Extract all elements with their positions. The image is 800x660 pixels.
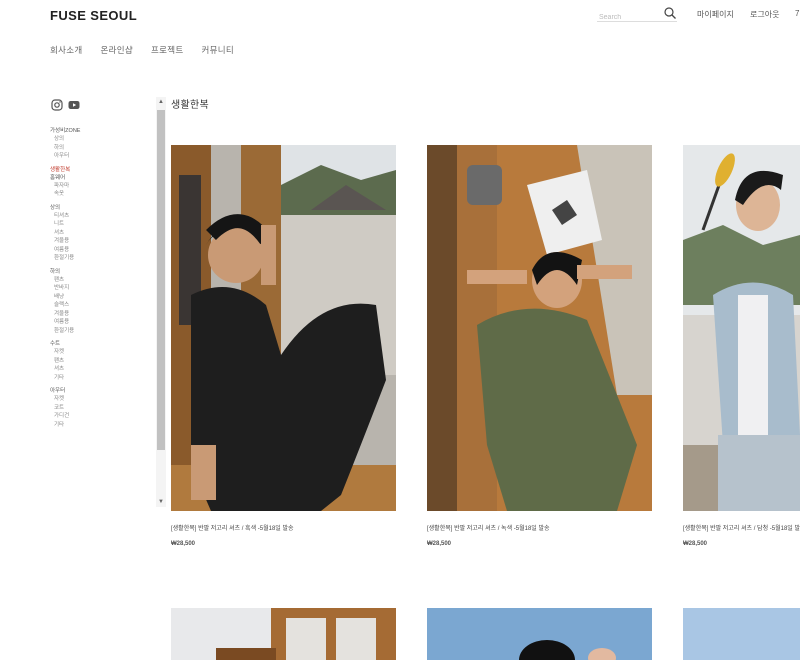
mypage-link[interactable]: 마이페이지 bbox=[697, 9, 734, 20]
category-item[interactable]: 아우터 bbox=[50, 152, 145, 161]
search-input[interactable] bbox=[597, 10, 657, 25]
category-title[interactable]: 아우터 bbox=[50, 387, 145, 395]
category-title[interactable]: 홈웨어 bbox=[50, 174, 145, 182]
category-item[interactable]: 니트 bbox=[50, 220, 145, 229]
youtube-icon[interactable] bbox=[68, 98, 80, 110]
nav-community[interactable]: 커뮤니티 bbox=[201, 44, 233, 56]
product-image[interactable] bbox=[171, 608, 396, 660]
scroll-down-icon[interactable]: ▼ bbox=[156, 497, 166, 507]
category-item[interactable]: 가디건 bbox=[50, 412, 145, 421]
category-item[interactable]: 여름용 bbox=[50, 318, 145, 327]
nav-project[interactable]: 프로젝트 bbox=[151, 44, 183, 56]
product-card[interactable] bbox=[683, 608, 800, 660]
product-name[interactable]: [생활한복] 반팔 저고리 셔츠 / 담청 -5월18일 발송 bbox=[683, 523, 800, 532]
category-item[interactable]: 겨울용 bbox=[50, 237, 145, 246]
sidebar-scrollbar[interactable]: ▲ ▼ bbox=[156, 97, 166, 507]
page-title: 생활한복 bbox=[171, 100, 209, 111]
product-image[interactable] bbox=[683, 145, 800, 511]
product-price: ₩28,500 bbox=[427, 541, 452, 547]
logout-link[interactable]: 로그아웃 bbox=[750, 9, 779, 20]
category-item[interactable]: 자켓 bbox=[50, 395, 145, 404]
category-title-active[interactable]: 생활한복 bbox=[50, 166, 145, 174]
category-item[interactable]: 셔츠 bbox=[50, 229, 145, 238]
category-group: 수트 자켓 팬츠 셔츠 기타 bbox=[50, 340, 145, 382]
category-title[interactable]: 상의 bbox=[50, 204, 145, 212]
util-link-more[interactable]: 7 bbox=[795, 9, 799, 18]
product-image[interactable] bbox=[683, 608, 800, 660]
scroll-up-icon[interactable]: ▲ bbox=[156, 97, 166, 107]
category-title[interactable]: 수트 bbox=[50, 340, 145, 348]
category-group: 생활한복 bbox=[50, 166, 145, 174]
category-title[interactable]: 가성비ZONE bbox=[50, 127, 145, 135]
category-item[interactable]: 겨울용 bbox=[50, 310, 145, 319]
product-price: ₩28,500 bbox=[171, 541, 196, 547]
category-item[interactable]: 반바지 bbox=[50, 284, 145, 293]
category-item[interactable]: 팬츠 bbox=[50, 276, 145, 285]
instagram-icon[interactable] bbox=[51, 98, 63, 111]
category-item[interactable]: 배냥 bbox=[50, 293, 145, 302]
category-item[interactable]: 자켓 bbox=[50, 348, 145, 357]
product-image[interactable] bbox=[171, 145, 396, 511]
product-price: ₩28,500 bbox=[683, 541, 708, 547]
nav-company[interactable]: 회사소개 bbox=[50, 44, 82, 56]
product-image[interactable] bbox=[427, 608, 652, 660]
logo[interactable]: FUSE SEOUL bbox=[50, 8, 137, 23]
category-item[interactable]: 슬랙스 bbox=[50, 301, 145, 310]
main-nav: 회사소개 온라인샵 프로젝트 커뮤니티 bbox=[50, 44, 234, 56]
product-name[interactable]: [생활한복] 반팔 저고리 셔츠 / 흑색 -5월18일 발송 bbox=[171, 523, 411, 532]
category-group: 아우터 자켓 코트 가디건 기타 bbox=[50, 387, 145, 429]
category-item[interactable]: 상의 bbox=[50, 135, 145, 144]
nav-shop[interactable]: 온라인샵 bbox=[100, 44, 132, 56]
category-group: 가성비ZONE 상의 하의 아우터 bbox=[50, 127, 145, 161]
scroll-thumb[interactable] bbox=[157, 110, 165, 450]
search-icon[interactable] bbox=[663, 6, 677, 20]
category-item[interactable]: 코트 bbox=[50, 404, 145, 413]
category-item[interactable]: 환절기용 bbox=[50, 327, 145, 336]
category-group: 홈웨어 파자마 속옷 bbox=[50, 174, 145, 199]
category-sidebar: 가성비ZONE 상의 하의 아우터 생활한복 홈웨어 파자마 속옷 상의 티셔츠… bbox=[50, 127, 145, 510]
product-card[interactable]: [생활한복] 반팔 저고리 셔츠 / 흑색 -5월18일 발송 ₩28,500 bbox=[171, 145, 396, 547]
product-card[interactable] bbox=[427, 608, 652, 660]
social-links bbox=[51, 98, 80, 111]
category-item[interactable]: 셔츠 bbox=[50, 365, 145, 374]
search-box[interactable] bbox=[597, 6, 677, 25]
product-image[interactable] bbox=[427, 145, 652, 511]
category-item[interactable]: 환절기용 bbox=[50, 254, 145, 263]
category-group: 하의 팬츠 반바지 배냥 슬랙스 겨울용 여름용 환절기용 bbox=[50, 268, 145, 336]
category-item[interactable]: 기타 bbox=[50, 374, 145, 383]
category-item[interactable]: 기타 bbox=[50, 421, 145, 430]
category-item[interactable]: 티셔츠 bbox=[50, 212, 145, 221]
category-item[interactable]: 여름용 bbox=[50, 246, 145, 255]
category-item[interactable]: 파자마 bbox=[50, 182, 145, 191]
category-item[interactable]: 속옷 bbox=[50, 190, 145, 199]
product-card[interactable]: [생활한복] 반팔 저고리 셔츠 / 녹색 -5월18일 발송 ₩28,500 bbox=[427, 145, 652, 547]
product-name[interactable]: [생활한복] 반팔 저고리 셔츠 / 녹색 -5월18일 발송 bbox=[427, 523, 667, 532]
category-title[interactable]: 하의 bbox=[50, 268, 145, 276]
category-item[interactable]: 팬츠 bbox=[50, 357, 145, 366]
product-card[interactable]: [생활한복] 반팔 저고리 셔츠 / 담청 -5월18일 발송 ₩28,500 bbox=[683, 145, 800, 547]
product-card[interactable] bbox=[171, 608, 396, 660]
category-group: 상의 티셔츠 니트 셔츠 겨울용 여름용 환절기용 bbox=[50, 204, 145, 263]
category-item[interactable]: 하의 bbox=[50, 144, 145, 153]
